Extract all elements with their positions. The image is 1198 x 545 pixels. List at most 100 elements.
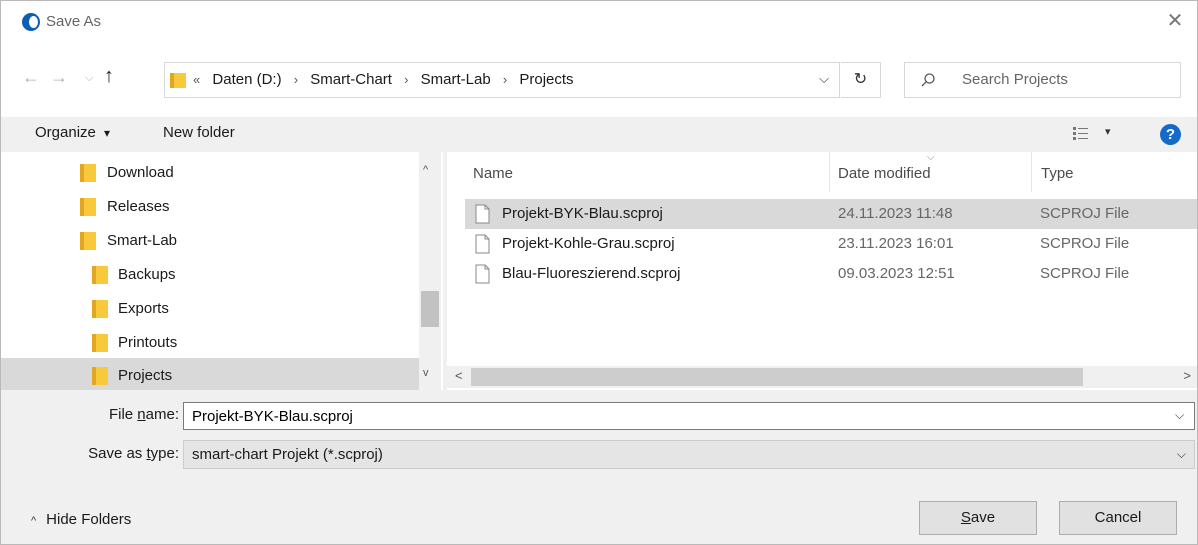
organize-button[interactable]: Organize ▾ <box>35 124 110 141</box>
file-name-field[interactable] <box>183 402 1195 430</box>
chevron-up-icon: ^ <box>31 515 37 527</box>
folder-icon <box>92 300 108 318</box>
save-as-type-select[interactable]: smart-chart Projekt (*.scproj) ⌵ <box>183 440 1195 469</box>
file-row[interactable]: Projekt-BYK-Blau.scproj 24.11.2023 11:48… <box>465 199 1197 229</box>
tree-item-exports[interactable]: Exports <box>1 291 421 325</box>
tree-item-label: Exports <box>118 300 169 317</box>
save-accesskey: S <box>960 509 971 526</box>
file-type: SCPROJ File <box>1040 265 1130 282</box>
file-name: Projekt-Kohle-Grau.scproj <box>502 235 675 252</box>
tree-item-download[interactable]: Download <box>1 155 421 189</box>
save-label: ave <box>970 509 996 526</box>
tree-item-label: Printouts <box>118 334 178 351</box>
breadcrumb-item-smart-chart[interactable]: Smart-Chart <box>310 71 392 88</box>
label-part: ame: <box>145 406 179 423</box>
scroll-down-icon[interactable]: v <box>423 367 429 379</box>
tree-item-label: Download <box>107 164 174 181</box>
breadcrumb-item-projects[interactable]: Projects <box>519 71 573 88</box>
organize-label: Organize <box>35 124 96 141</box>
file-row[interactable]: Projekt-Kohle-Grau.scproj 23.11.2023 16:… <box>465 229 1197 259</box>
chevron-right-icon[interactable]: › <box>294 72 298 87</box>
tree-item-label: Projects <box>118 367 173 384</box>
file-date: 09.03.2023 12:51 <box>838 265 955 282</box>
view-options-caret-icon[interactable]: ▾ <box>1105 125 1111 138</box>
scrollbar-thumb[interactable] <box>471 368 1083 386</box>
search-placeholder: Search Projects <box>962 71 1068 88</box>
folder-icon <box>92 266 108 284</box>
tree-item-printouts[interactable]: Printouts <box>1 325 421 359</box>
recent-locations-chevron-icon[interactable]: ⌵ <box>85 72 93 85</box>
file-list-pane: ⌵ Name Date modified Type Projekt-BYK-Bl… <box>447 152 1197 390</box>
tree-item-label: Releases <box>107 198 170 215</box>
close-icon[interactable]: ✕ <box>1163 9 1187 33</box>
caret-down-icon: ▾ <box>104 126 111 140</box>
tree-vertical-scrollbar[interactable]: ^ v <box>419 152 441 390</box>
chevron-down-icon: ⌵ <box>1176 447 1186 461</box>
breadcrumb-item-drive[interactable]: Daten (D:) <box>212 71 281 88</box>
file-name: Projekt-BYK-Blau.scproj <box>502 205 663 222</box>
breadcrumb-overflow-icon[interactable]: « <box>193 72 200 87</box>
label-part: File <box>108 406 138 423</box>
tree-item-label: Backups <box>118 266 176 283</box>
file-type: SCPROJ File <box>1040 205 1130 222</box>
tree-item-releases[interactable]: Releases <box>1 189 421 223</box>
help-icon[interactable]: ? <box>1160 124 1181 145</box>
address-bar[interactable]: « Daten (D:) › Smart-Chart › Smart-Lab ›… <box>164 62 840 98</box>
new-folder-button[interactable]: New folder <box>163 124 235 141</box>
breadcrumb: « Daten (D:) › Smart-Chart › Smart-Lab ›… <box>193 71 574 88</box>
column-header-date-modified[interactable]: Date modified <box>838 165 931 182</box>
hide-folders-button[interactable]: ^ Hide Folders <box>31 511 131 528</box>
folder-icon <box>80 164 96 182</box>
chevron-down-icon[interactable]: ⌵ <box>819 71 829 87</box>
refresh-icon[interactable]: ↻ <box>841 62 881 98</box>
column-divider[interactable] <box>1031 152 1032 192</box>
chevron-down-icon[interactable]: ⌵ <box>1175 408 1184 423</box>
file-name-label: File name: <box>41 406 179 423</box>
folder-icon <box>80 198 96 216</box>
file-row[interactable]: Blau-Fluoreszierend.scproj 09.03.2023 12… <box>465 259 1197 289</box>
save-as-dialog: Save As ✕ ← → ⌵ ↑ « Daten (D:) › Smart-C… <box>0 0 1198 545</box>
search-input[interactable]: Search Projects <box>904 62 1181 98</box>
scroll-up-icon[interactable]: ^ <box>423 164 428 176</box>
back-arrow-icon[interactable]: ← <box>22 67 40 88</box>
tree-item-label: Smart-Lab <box>107 232 178 249</box>
up-arrow-icon[interactable]: ↑ <box>104 65 114 88</box>
navigation-bar: ← → ⌵ ↑ « Daten (D:) › Smart-Chart › Sma… <box>1 45 1197 117</box>
file-list-horizontal-scrollbar[interactable]: < > <box>447 366 1197 388</box>
file-name: Blau-Fluoreszierend.scproj <box>502 265 681 282</box>
chevron-right-icon[interactable]: › <box>503 72 507 87</box>
save-button[interactable]: Save <box>919 501 1037 535</box>
scroll-left-icon[interactable]: < <box>455 368 463 383</box>
folder-tree-pane: Download Releases Smart-Lab Backups Expo… <box>1 152 443 390</box>
file-date: 23.11.2023 16:01 <box>838 235 954 252</box>
tree-item-projects[interactable]: Projects <box>1 358 421 390</box>
column-divider[interactable] <box>829 152 830 192</box>
view-options-icon[interactable] <box>1072 126 1090 140</box>
column-header-type[interactable]: Type <box>1041 165 1074 182</box>
save-as-type-label: Save as type: <box>41 445 179 462</box>
save-as-type-value: smart-chart Projekt (*.scproj) <box>192 446 383 463</box>
document-icon <box>475 204 490 224</box>
label-part: Save as <box>88 445 147 462</box>
scroll-right-icon[interactable]: > <box>1183 368 1191 383</box>
tree-item-backups[interactable]: Backups <box>1 257 421 291</box>
breadcrumb-item-smart-lab[interactable]: Smart-Lab <box>421 71 491 88</box>
command-toolbar: Organize ▾ New folder ▾ ? <box>1 117 1197 151</box>
hide-folders-label: Hide Folders <box>46 511 132 528</box>
column-header-name[interactable]: Name <box>473 165 513 182</box>
title-bar: Save As ✕ <box>1 1 1197 45</box>
folder-icon <box>92 367 108 385</box>
document-icon <box>475 234 490 254</box>
scrollbar-thumb[interactable] <box>421 291 439 327</box>
sort-indicator-icon: ⌵ <box>927 152 935 163</box>
cancel-button[interactable]: Cancel <box>1059 501 1177 535</box>
document-icon <box>475 264 490 284</box>
tree-item-smart-lab[interactable]: Smart-Lab <box>1 223 421 257</box>
label-accesskey: n <box>137 406 146 423</box>
folder-icon <box>170 73 186 88</box>
label-part: ype: <box>150 445 179 462</box>
app-logo-icon <box>22 13 40 31</box>
folder-icon <box>80 232 96 250</box>
forward-arrow-icon[interactable]: → <box>50 67 68 88</box>
chevron-right-icon[interactable]: › <box>404 72 408 87</box>
